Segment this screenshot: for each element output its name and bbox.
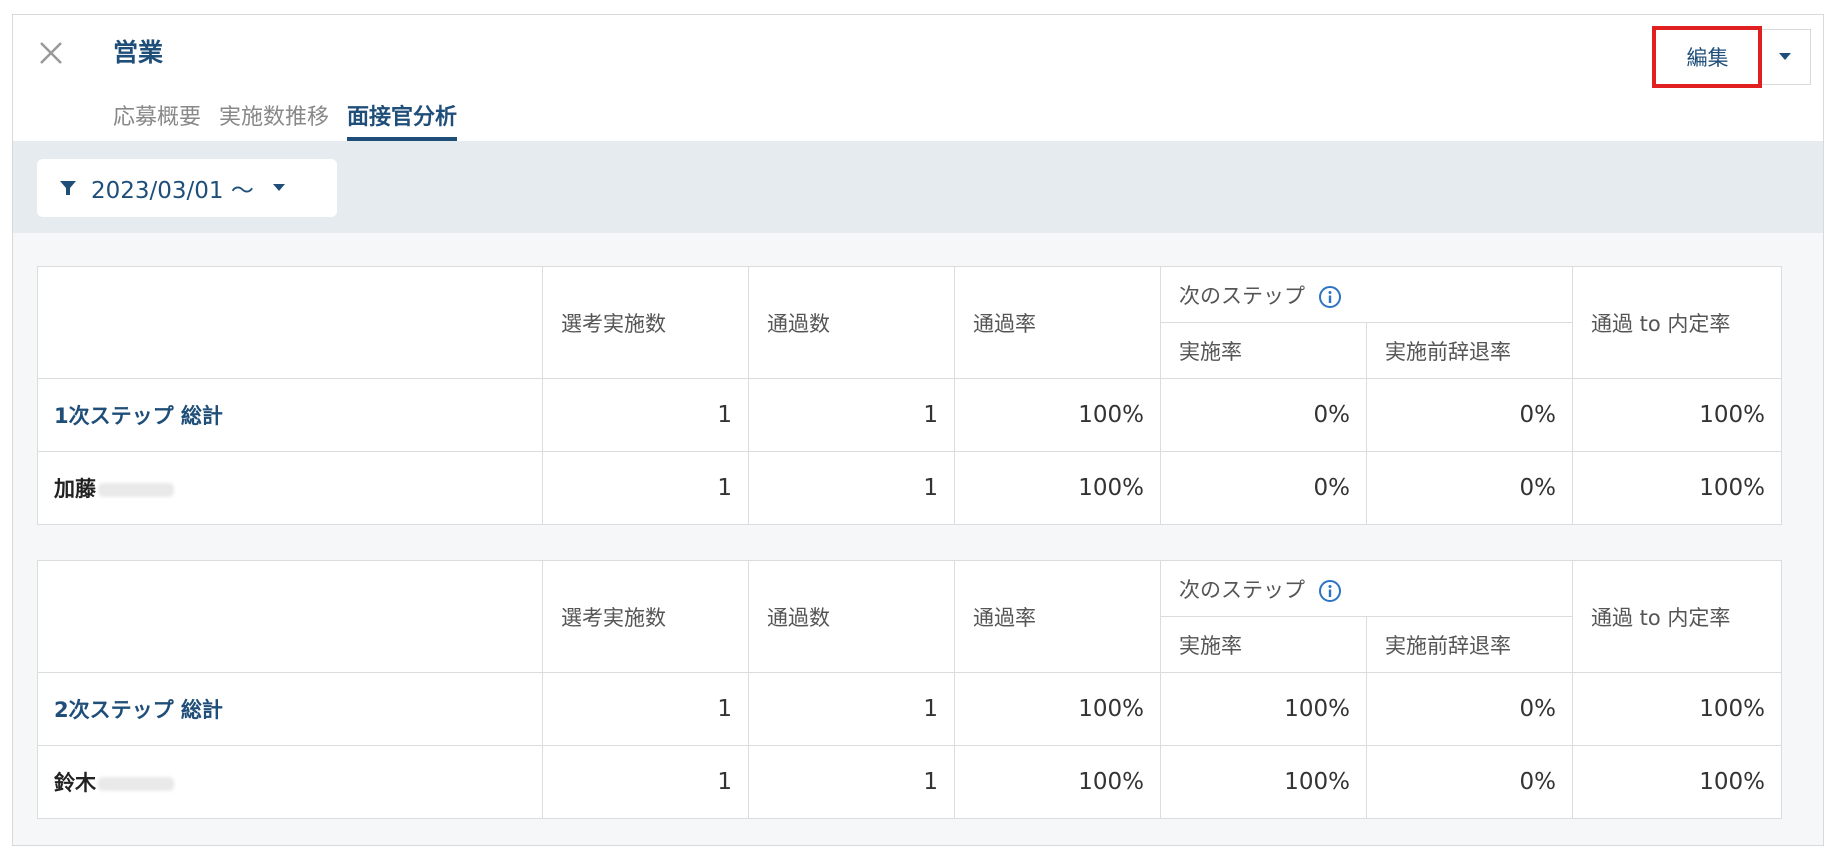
cell-pass-rate: 100%: [954, 672, 1161, 746]
caret-down-icon: [1779, 53, 1791, 60]
cell-pass-rate: 100%: [954, 378, 1161, 452]
table-row-total: 1次ステップ 総計 1 1 100% 0% 0% 100%: [37, 378, 1782, 452]
col-header-decline-rate: 実施前辞退率: [1366, 616, 1573, 673]
cell-executed: 1: [542, 745, 749, 819]
col-header-executed: 選考実施数: [542, 560, 749, 673]
report-panel: 営業 応募概要 実施数推移 面接官分析 編集 2023/03/01 〜 選考実施…: [12, 14, 1824, 846]
table-row-interviewer: 加藤 1 1 100% 0% 0% 100%: [37, 451, 1782, 525]
tab-execution-trend[interactable]: 実施数推移: [219, 93, 329, 141]
redacted-name: [98, 777, 174, 791]
table-row-interviewer: 鈴木 1 1 100% 100% 0% 100%: [37, 745, 1782, 819]
col-header-passed: 通過数: [748, 560, 955, 673]
col-header-next-step: 次のステップ: [1160, 266, 1573, 323]
next-step-label: 次のステップ: [1179, 283, 1305, 308]
col-header-pass-rate: 通過率: [954, 266, 1161, 379]
col-header-passed: 通過数: [748, 266, 955, 379]
cell-pass-rate: 100%: [954, 451, 1161, 525]
edit-dropdown-button[interactable]: [1759, 29, 1811, 85]
cell-executed: 1: [542, 378, 749, 452]
cell-offer-rate: 100%: [1572, 745, 1782, 819]
col-header-next-step: 次のステップ: [1160, 560, 1573, 617]
next-step-label: 次のステップ: [1179, 577, 1305, 602]
close-button[interactable]: [33, 35, 69, 71]
cell-exec-rate: 0%: [1160, 451, 1367, 525]
edit-button[interactable]: 編集: [1652, 26, 1762, 88]
caret-down-icon: [272, 184, 285, 191]
info-icon[interactable]: [1318, 285, 1342, 309]
cell-exec-rate: 100%: [1160, 672, 1367, 746]
col-header-offer-rate: 通過 to 内定率: [1572, 560, 1782, 673]
blank-header-cell: [37, 560, 543, 673]
table-row-total: 2次ステップ 総計 1 1 100% 100% 0% 100%: [37, 672, 1782, 746]
cell-exec-rate: 0%: [1160, 378, 1367, 452]
cell-decline-rate: 0%: [1366, 451, 1573, 525]
cell-decline-rate: 0%: [1366, 745, 1573, 819]
row-label-interviewer: 加藤: [37, 451, 543, 525]
cell-pass-rate: 100%: [954, 745, 1161, 819]
interviewer-name: 加藤: [54, 477, 96, 501]
row-label-total[interactable]: 1次ステップ 総計: [37, 378, 543, 452]
tables-area: 選考実施数 通過数 通過率 次のステップ 通過 to 内定率 実施率 実施前辞退…: [13, 233, 1823, 845]
edit-button-group: 編集: [1652, 26, 1811, 88]
col-header-pass-rate: 通過率: [954, 560, 1161, 673]
cell-decline-rate: 0%: [1366, 378, 1573, 452]
cell-executed: 1: [542, 672, 749, 746]
cell-decline-rate: 0%: [1366, 672, 1573, 746]
interviewer-name: 鈴木: [54, 771, 96, 795]
tab-interviewer-analysis[interactable]: 面接官分析: [347, 93, 458, 141]
cell-exec-rate: 100%: [1160, 745, 1367, 819]
info-icon[interactable]: [1318, 579, 1342, 603]
tab-application-overview[interactable]: 応募概要: [113, 93, 201, 141]
panel-header: 営業 応募概要 実施数推移 面接官分析 編集: [13, 15, 1823, 141]
close-icon: [40, 42, 62, 64]
cell-offer-rate: 100%: [1572, 451, 1782, 525]
row-label-interviewer: 鈴木: [37, 745, 543, 819]
filter-bar: 2023/03/01 〜: [13, 141, 1823, 233]
date-filter-dropdown[interactable]: 2023/03/01 〜: [37, 159, 337, 217]
row-label-total[interactable]: 2次ステップ 総計: [37, 672, 543, 746]
tab-bar: 応募概要 実施数推移 面接官分析: [113, 93, 475, 141]
date-filter-label: 2023/03/01 〜: [91, 178, 254, 204]
step2-stats-table: 選考実施数 通過数 通過率 次のステップ 通過 to 内定率 実施率 実施前辞退…: [37, 560, 1782, 819]
blank-header-cell: [37, 266, 543, 379]
step1-stats-table: 選考実施数 通過数 通過率 次のステップ 通過 to 内定率 実施率 実施前辞退…: [37, 266, 1782, 525]
filter-icon: [60, 181, 76, 195]
cell-offer-rate: 100%: [1572, 378, 1782, 452]
cell-executed: 1: [542, 451, 749, 525]
cell-passed: 1: [748, 672, 955, 746]
page-title: 営業: [113, 38, 164, 67]
col-header-exec-rate: 実施率: [1160, 322, 1367, 379]
col-header-offer-rate: 通過 to 内定率: [1572, 266, 1782, 379]
cell-offer-rate: 100%: [1572, 672, 1782, 746]
cell-passed: 1: [748, 451, 955, 525]
cell-passed: 1: [748, 745, 955, 819]
redacted-name: [98, 483, 174, 497]
col-header-decline-rate: 実施前辞退率: [1366, 322, 1573, 379]
col-header-executed: 選考実施数: [542, 266, 749, 379]
col-header-exec-rate: 実施率: [1160, 616, 1367, 673]
cell-passed: 1: [748, 378, 955, 452]
